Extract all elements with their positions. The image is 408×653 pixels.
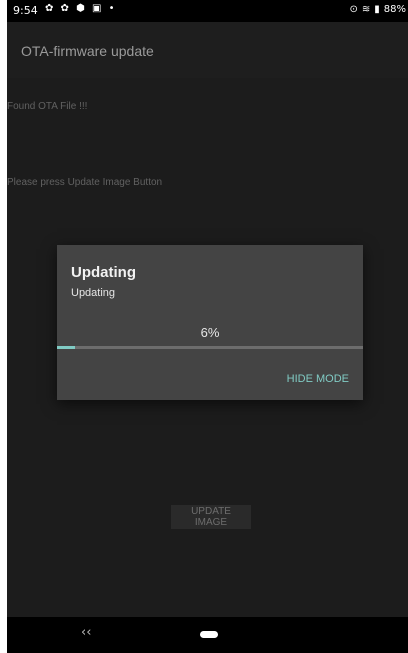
screen: 9:54 ✿ ✿ ⬢ ▣ • ⊙ ≋ ▮ 88% OTA-firmware up… — [7, 0, 408, 653]
home-pill-icon[interactable] — [200, 631, 218, 638]
notification-icons: ✿ ✿ ⬢ ▣ • — [45, 3, 117, 14]
hide-mode-button[interactable]: HIDE MODE — [287, 373, 349, 385]
wifi-icon: ≋ — [361, 4, 371, 15]
battery-percent: 88% — [383, 4, 406, 15]
progress-fill — [57, 346, 76, 349]
dialog-title: Updating — [71, 264, 136, 281]
status-bar: 9:54 ✿ ✿ ⬢ ▣ • ⊙ ≋ ▮ 88% — [7, 0, 408, 22]
progress-dialog: Updating Updating 6% HIDE MODE — [57, 245, 363, 400]
status-time: 9:54 — [13, 4, 38, 17]
progress-bar — [57, 346, 363, 349]
back-icon[interactable]: ‹‹ — [81, 625, 91, 640]
nav-bar: ‹‹ — [7, 617, 408, 653]
status-right: ⊙ ≋ ▮ 88% — [349, 4, 406, 15]
progress-percent: 6% — [200, 325, 220, 340]
battery-icon: ▮ — [374, 4, 380, 15]
location-icon: ⊙ — [349, 4, 358, 15]
dialog-message: Updating — [71, 287, 116, 299]
